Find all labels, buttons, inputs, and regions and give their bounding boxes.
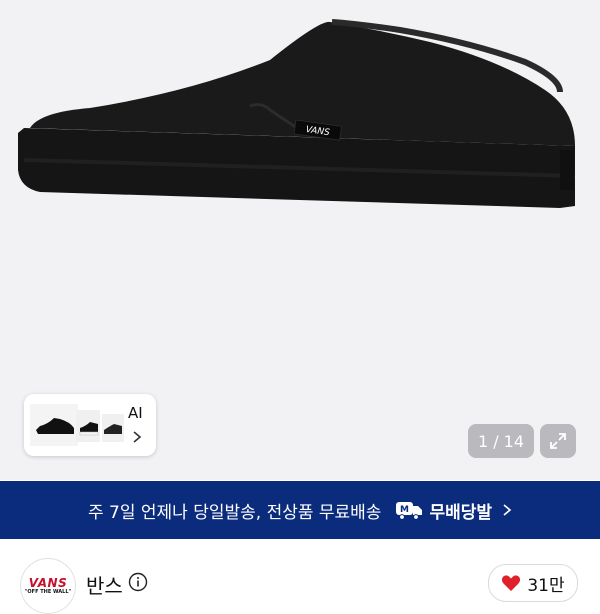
like-count: 31만 [527,575,565,596]
product-image: VANS [18,19,576,208]
info-icon[interactable] [128,572,148,592]
expand-icon [550,433,566,449]
image-page-counter-text: 1 / 14 [477,431,525,451]
free-shipping-badge-label: 무배당발 [429,502,493,523]
ai-label: AI [128,404,143,422]
product-image-gallery[interactable]: VANS AI 1 / 14 [0,0,600,480]
similar-products-thumbnails [30,404,124,446]
brand-logo-subtext: "OFF THE WALL" [24,589,72,595]
promo-text: 주 7일 언제나 당일발송, 전상품 무료배송 [87,502,382,523]
free-shipping-banner[interactable]: 주 7일 언제나 당일발송, 전상품 무료배송 M 무배당발 [0,481,600,539]
brand-logo-text: VANS [28,576,68,590]
image-page-counter: 1 / 14 [468,424,534,458]
heart-icon [502,575,521,591]
expand-image-button[interactable] [540,424,576,458]
free-shipping-badge: M 무배당발 [395,498,492,523]
like-button[interactable]: 31만 [488,564,578,602]
chevron-right-icon [133,431,142,443]
brand-name[interactable]: 반스 [86,570,123,599]
chevron-right-icon [503,504,512,516]
truck-icon-letter: M [400,505,409,515]
brand-logo[interactable]: VANS "OFF THE WALL" [20,558,76,614]
truck-icon: M [396,502,423,520]
similar-products-ai-card[interactable]: AI [24,394,156,456]
